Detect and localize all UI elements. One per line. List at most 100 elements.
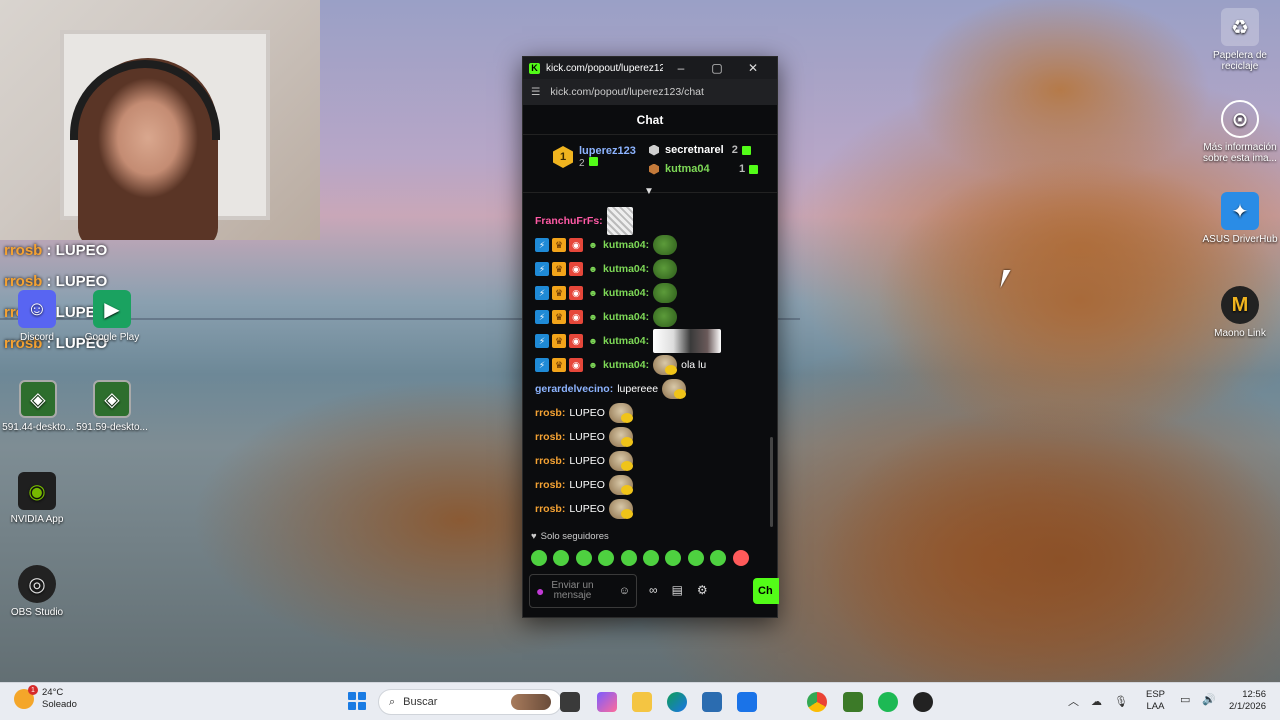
chat-message[interactable]: ⚡ ♛ ◉ ☻ kutma04: <box>535 283 678 303</box>
chat-scrollbar[interactable] <box>770 437 773 527</box>
quick-emote[interactable] <box>598 550 615 566</box>
taskbar-clock[interactable]: 12:56 2/1/2026 <box>1226 689 1266 713</box>
desktop-icon-maono[interactable]: M Maono Link <box>1200 286 1280 339</box>
close-button[interactable]: ✕ <box>735 61 771 75</box>
collapse-leaderboard-icon[interactable]: ▼ <box>644 186 654 197</box>
chat-username[interactable]: rrosb: <box>535 455 565 467</box>
chat-message[interactable]: rrosb: LUPEO <box>535 427 633 447</box>
chat-message[interactable]: ⚡ ♛ ◉ ☻ kutma04: ola lu <box>535 355 706 375</box>
chat-username[interactable]: rrosb: <box>535 407 565 419</box>
mic-tray-icon[interactable]: 🎙 <box>1114 695 1128 708</box>
quick-emote[interactable] <box>620 550 637 566</box>
desktop-icon-google-play[interactable]: ▶ Google Play <box>72 290 152 343</box>
chat-message[interactable]: ⚡ ♛ ◉ ☻ kutma04: <box>535 259 678 279</box>
chat-input[interactable]: ● Enviar un mensaje ☺ <box>529 574 637 608</box>
emote-icon <box>608 427 633 447</box>
chat-username[interactable]: kutma04: <box>603 263 649 275</box>
chat-username[interactable]: kutma04: <box>603 239 649 251</box>
store-icon[interactable]: ▤ <box>672 583 683 597</box>
spotify-icon[interactable] <box>878 692 898 712</box>
chat-username[interactable]: kutma04: <box>603 335 649 347</box>
taskbar-search[interactable]: ⌕ Buscar <box>378 689 562 715</box>
desktop-icon-nvidia-driver-1[interactable]: ◈ 591.44-deskto... <box>0 380 78 433</box>
copilot-icon[interactable] <box>597 692 617 712</box>
infinity-icon[interactable]: ∞ <box>649 583 658 597</box>
window-titlebar[interactable]: K kick.com/popout/luperez12... – ▢ ✕ <box>523 57 777 79</box>
search-placeholder: Buscar <box>403 696 438 708</box>
chat-username[interactable]: rrosb: <box>535 503 565 515</box>
window-title: kick.com/popout/luperez12... <box>546 62 663 74</box>
emoji-icon[interactable]: ☺ <box>619 585 630 597</box>
tray-overflow-icon[interactable]: ︿ <box>1068 693 1079 709</box>
file-explorer-icon[interactable] <box>632 692 652 712</box>
quick-emote[interactable] <box>553 550 570 566</box>
leaderboard-count: 1 <box>739 163 746 175</box>
chrome-icon[interactable] <box>807 692 827 712</box>
chat-message[interactable]: rrosb: LUPEO <box>535 475 633 495</box>
desktop-icon-obs[interactable]: ◎ OBS Studio <box>0 565 77 618</box>
start-button[interactable] <box>348 692 366 710</box>
sun-icon: 1 <box>14 685 38 709</box>
cloud-icon[interactable]: ☁ <box>1091 695 1102 708</box>
desktop-icon-label: OBS Studio <box>10 607 64 618</box>
chat-message[interactable]: rrosb: LUPEO <box>535 451 633 471</box>
quick-emote[interactable] <box>575 550 592 566</box>
desktop-icon-spotlight-info[interactable]: ⊙ Más información sobre esta ima... <box>1200 100 1280 164</box>
chat-username[interactable]: kutma04: <box>603 311 649 323</box>
input-language[interactable]: ESP LAA <box>1146 689 1165 713</box>
leaderboard-first[interactable]: 1 luperez123 2 <box>553 145 636 169</box>
chat-username[interactable]: gerardelvecino: <box>535 383 613 395</box>
verified-badge-icon: ◉ <box>569 358 583 372</box>
desktop-icon-nvidia-app[interactable]: ◉ NVIDIA App <box>0 472 77 525</box>
send-chat-button[interactable]: Ch <box>753 578 779 604</box>
outlook-icon[interactable] <box>737 692 757 712</box>
maximize-button[interactable]: ▢ <box>699 61 735 75</box>
boost-badge-icon: ⚡ <box>535 286 549 300</box>
chat-username[interactable]: kutma04: <box>603 287 649 299</box>
chat-message[interactable]: rrosb: LUPEO <box>535 403 633 423</box>
quick-emote[interactable] <box>665 550 682 566</box>
quick-emote[interactable] <box>732 550 749 566</box>
gear-icon[interactable]: ⚙ <box>697 583 708 597</box>
address-bar[interactable]: ☰ kick.com/popout/luperez123/chat <box>523 79 777 105</box>
kick-chat-popout-window[interactable]: K kick.com/popout/luperez12... – ▢ ✕ ☰ k… <box>522 56 779 618</box>
mic-icon[interactable]: ● <box>536 583 544 599</box>
leaderboard-second[interactable]: secretnarel 2 <box>649 144 751 156</box>
quick-emote-bar[interactable] <box>531 550 755 566</box>
nvidia-taskbar-icon[interactable] <box>843 692 863 712</box>
chat-username[interactable]: FranchuFrFs: <box>535 215 603 227</box>
quick-emote[interactable] <box>687 550 704 566</box>
chat-username[interactable]: rrosb: <box>535 479 565 491</box>
chat-message[interactable]: rrosb: LUPEO <box>535 499 633 519</box>
site-settings-icon[interactable]: ☰ <box>531 86 540 98</box>
minimize-button[interactable]: – <box>663 61 699 75</box>
chat-username[interactable]: rrosb: <box>535 431 565 443</box>
desktop-icon-nvidia-driver-2[interactable]: ◈ 591.59-deskto... <box>72 380 152 433</box>
edge-icon[interactable] <box>667 692 687 712</box>
obs-taskbar-icon[interactable] <box>913 692 933 712</box>
emote-icon <box>662 379 687 399</box>
network-icon[interactable]: ▭ <box>1180 693 1190 706</box>
chat-messages[interactable]: FranchuFrFs: ⚡ ♛ ◉ ☻ kutma04: ⚡ ♛ ◉ ☻ kutma04: ⚡ ♛ ◉ ☻… <box>523 207 779 529</box>
quick-emote[interactable] <box>531 550 547 566</box>
leaderboard-third[interactable]: kutma04 1 <box>649 163 759 175</box>
quick-emote[interactable] <box>642 550 659 566</box>
store-app-icon[interactable] <box>702 692 722 712</box>
desktop-icon-recycle-bin[interactable]: ♻ Papelera de reciclaje <box>1200 8 1280 72</box>
chat-message[interactable]: ⚡ ♛ ◉ ☻ kutma04: <box>535 307 678 327</box>
chat-message[interactable]: ⚡ ♛ ◉ ☻ kutma04: <box>535 235 678 255</box>
chat-message[interactable]: FranchuFrFs: <box>535 207 633 235</box>
search-highlight-icon <box>511 694 551 710</box>
quick-emote[interactable] <box>710 550 727 566</box>
chat-message[interactable]: gerardelvecino: lupereee <box>535 379 687 399</box>
desktop-icon-discord[interactable]: ☺ Discord <box>0 290 77 343</box>
leaderboard-user: kutma04 <box>665 163 710 175</box>
heart-icon: ♥ <box>531 531 537 542</box>
volume-icon[interactable]: 🔊 <box>1202 693 1216 706</box>
desktop-icon-asus[interactable]: ✦ ASUS DriverHub <box>1200 192 1280 245</box>
chat-username[interactable]: kutma04: <box>603 359 649 371</box>
weather-widget[interactable]: 1 24°C Soleado <box>14 685 77 711</box>
chat-message[interactable]: ⚡ ♛ ◉ ☻ kutma04: <box>535 329 722 353</box>
task-view-icon[interactable] <box>560 692 580 712</box>
verified-badge-icon: ◉ <box>569 310 583 324</box>
